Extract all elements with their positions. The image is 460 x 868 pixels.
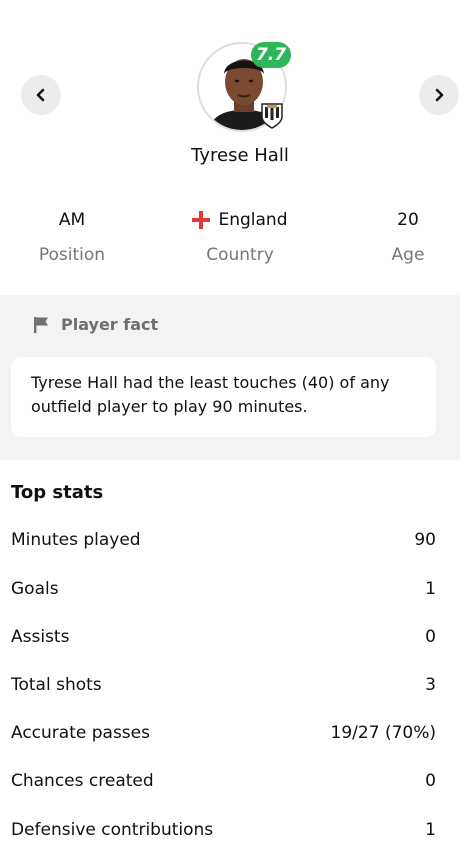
- flag-icon: [34, 316, 48, 333]
- stat-label: Minutes played: [11, 530, 141, 550]
- stat-value: 1: [425, 820, 436, 840]
- stat-row-chances-created: Chances created 0: [11, 766, 436, 796]
- stat-label: Total shots: [11, 675, 102, 695]
- stat-row-minutes-played: Minutes played 90: [11, 525, 436, 555]
- stat-row-accurate-passes: Accurate passes 19/27 (70%): [11, 718, 436, 748]
- stat-value: 19/27 (70%): [330, 723, 436, 743]
- stat-value: 0: [425, 771, 436, 791]
- player-fact-header: Player fact: [33, 315, 158, 334]
- country-label: Country: [206, 245, 274, 265]
- player-fact-text: Tyrese Hall had the least touches (40) o…: [31, 373, 390, 416]
- stat-row-assists: Assists 0: [11, 622, 436, 652]
- previous-player-button[interactable]: [21, 75, 61, 115]
- stat-value: 90: [414, 530, 436, 550]
- position-value: AM: [58, 210, 86, 230]
- stat-label: Chances created: [11, 771, 154, 791]
- player-name: Tyrese Hall: [191, 145, 289, 166]
- country-info: England Country: [180, 208, 300, 265]
- next-player-button[interactable]: [419, 75, 459, 115]
- england-flag-icon: [192, 211, 211, 229]
- stat-row-defensive-contributions: Defensive contributions 1: [11, 815, 436, 845]
- stat-row-total-shots: Total shots 3: [11, 670, 436, 700]
- country-value: England: [218, 210, 288, 230]
- player-header: 7.7 Tyrese Hall AM Position England Coun…: [0, 0, 460, 295]
- position-label: Position: [38, 245, 106, 265]
- stat-value: 0: [425, 627, 436, 647]
- top-stats-title: Top stats: [11, 482, 104, 503]
- position-info: AM Position: [22, 208, 122, 265]
- age-info: 20 Age: [368, 208, 448, 265]
- chevron-right-icon: [435, 88, 444, 102]
- stat-label: Assists: [11, 627, 70, 647]
- player-fact-card: Tyrese Hall had the least touches (40) o…: [11, 357, 436, 437]
- stat-value: 3: [425, 675, 436, 695]
- club-crest-icon: [261, 103, 283, 129]
- player-fact-title: Player fact: [61, 315, 159, 334]
- player-fact-section: Player fact Tyrese Hall had the least to…: [0, 295, 460, 460]
- stat-value: 1: [425, 579, 436, 599]
- stat-label: Accurate passes: [11, 723, 150, 743]
- stat-row-goals: Goals 1: [11, 574, 436, 604]
- stat-label: Defensive contributions: [11, 820, 214, 840]
- age-label: Age: [391, 245, 425, 265]
- player-rating: 7.7: [255, 45, 287, 65]
- player-rating-badge: 7.7: [251, 42, 291, 68]
- chevron-left-icon: [36, 88, 45, 102]
- age-value: 20: [397, 210, 419, 230]
- stat-label: Goals: [11, 579, 59, 599]
